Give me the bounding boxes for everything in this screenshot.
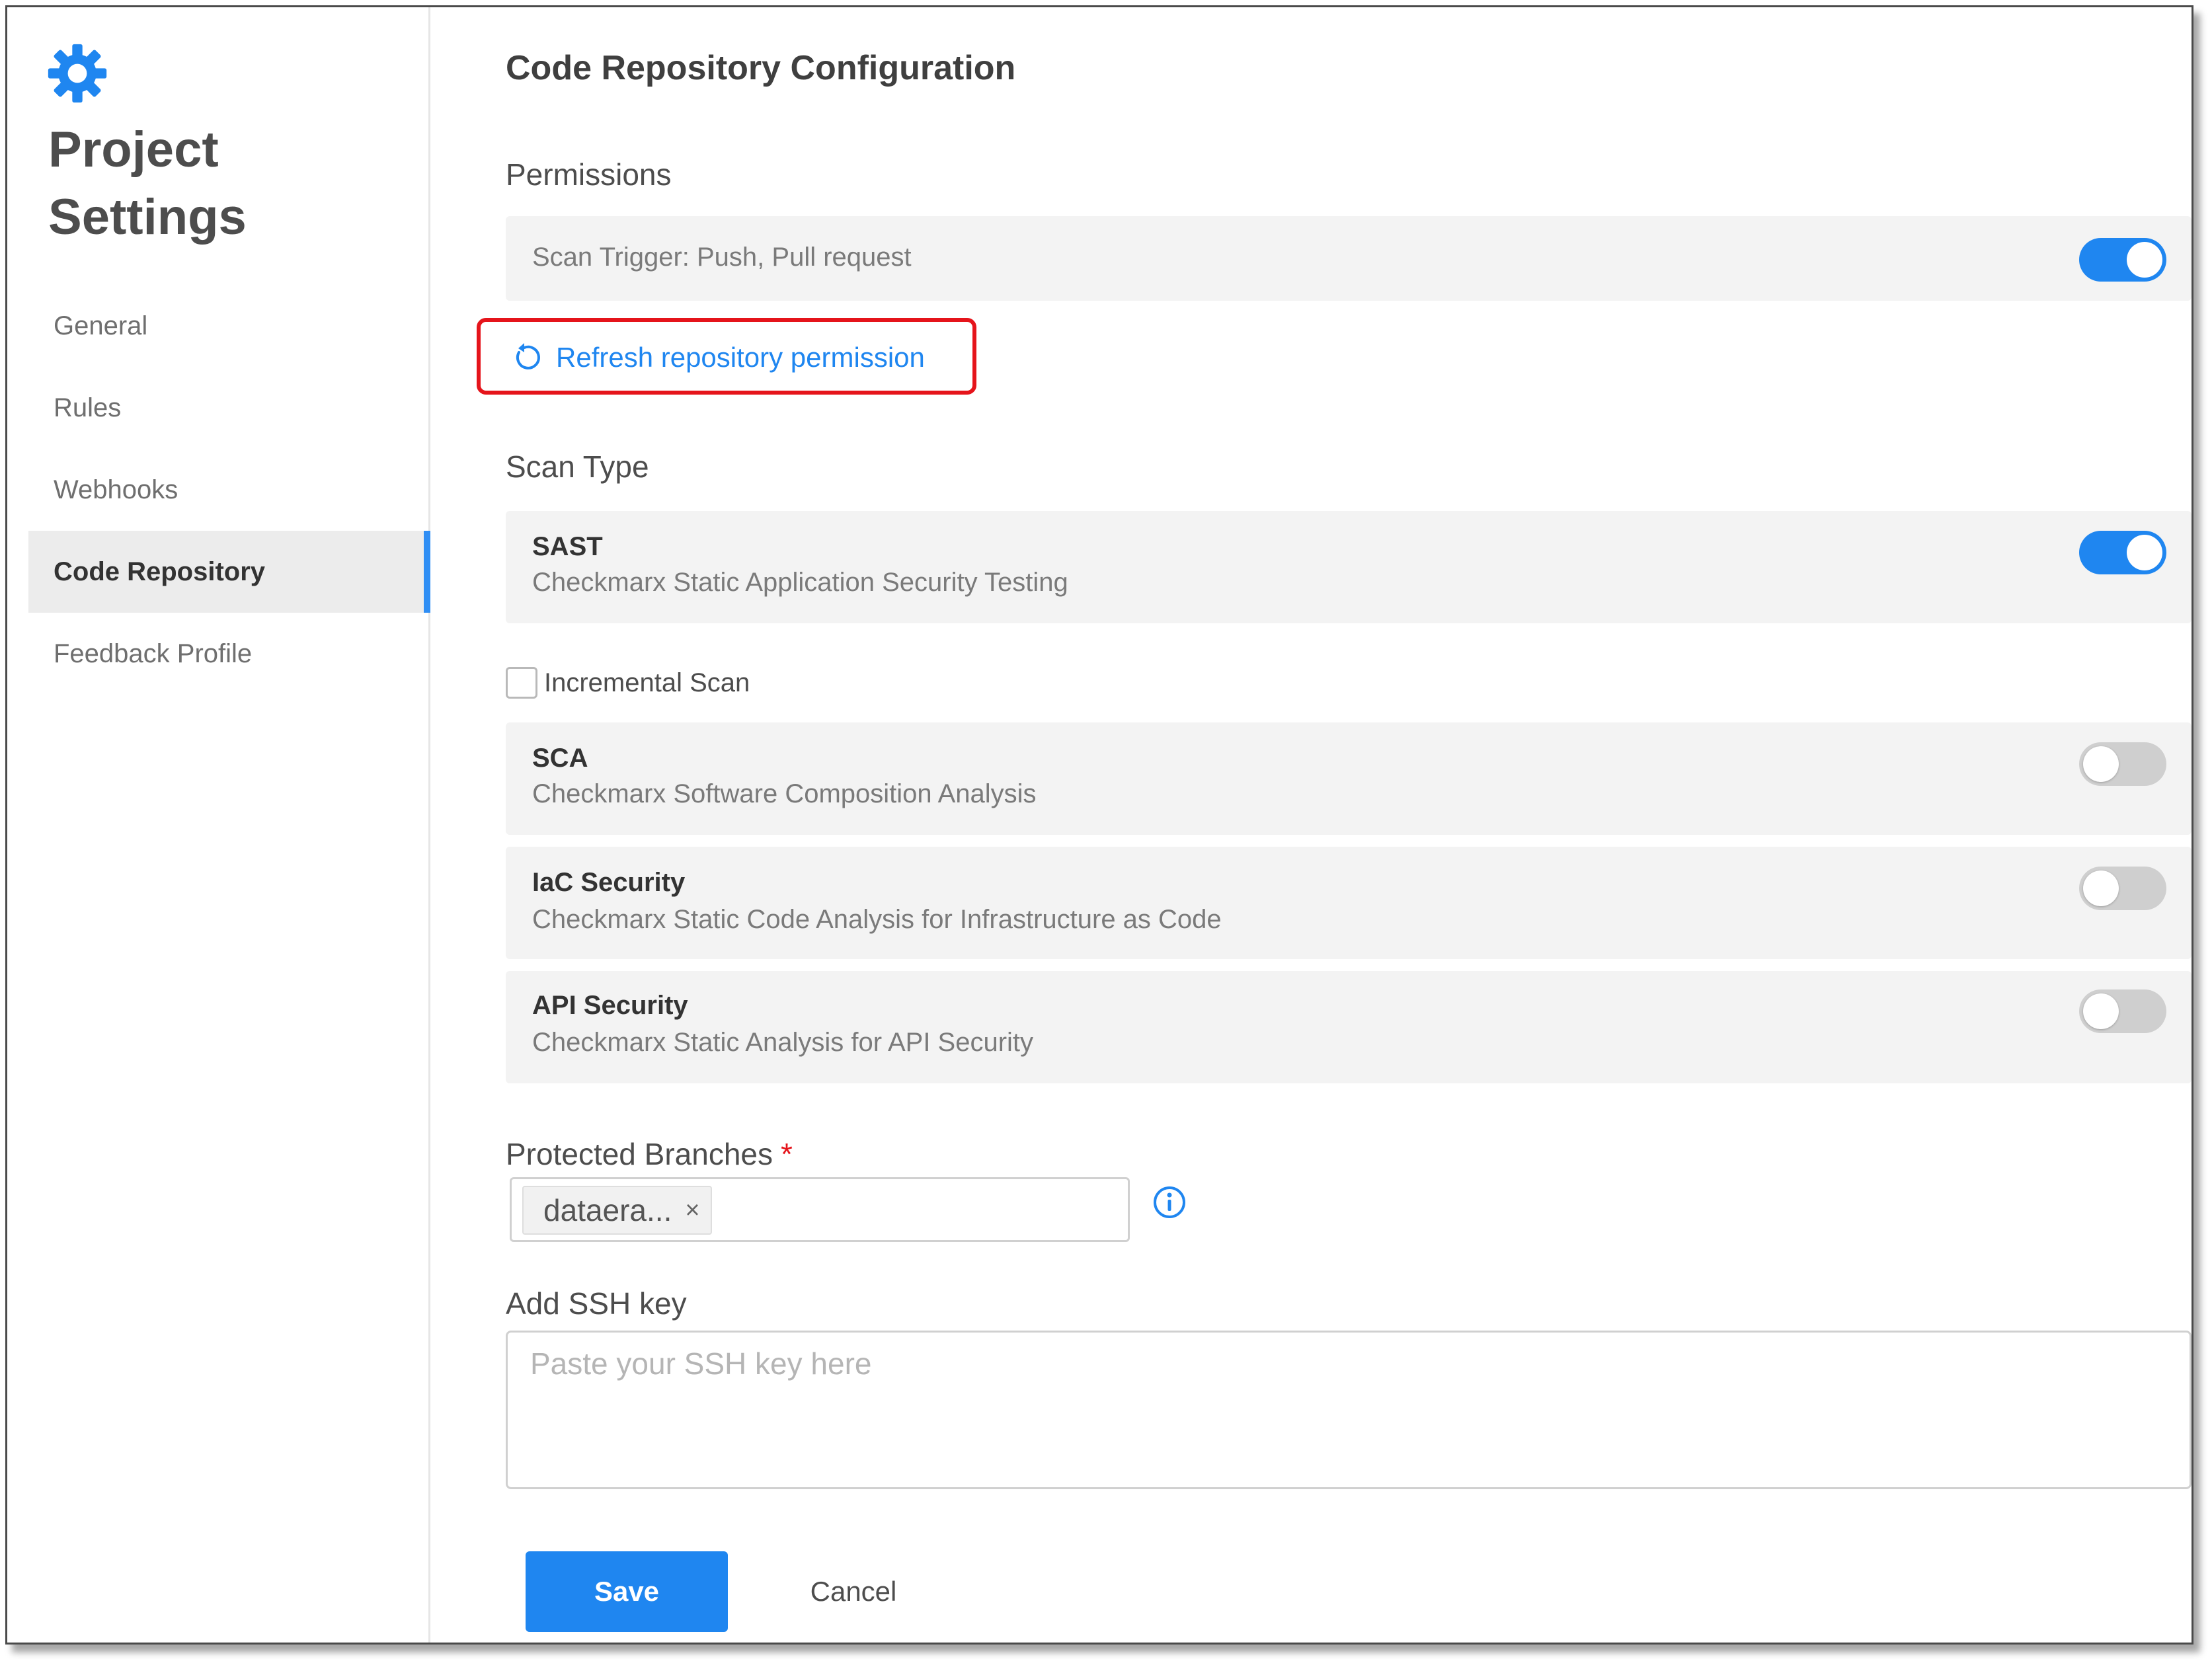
sidebar-item-feedback-profile[interactable]: Feedback Profile bbox=[28, 613, 430, 695]
toggle-knob bbox=[2127, 535, 2162, 570]
engine-card-api-security: API Security Checkmarx Static Analysis f… bbox=[506, 971, 2192, 1083]
engine-name: SAST bbox=[532, 532, 603, 561]
info-icon[interactable] bbox=[1152, 1185, 1187, 1220]
protected-branches-label: Protected Branches * bbox=[506, 1136, 793, 1172]
api-security-toggle[interactable] bbox=[2079, 989, 2166, 1033]
sidebar-item-webhooks[interactable]: Webhooks bbox=[28, 449, 430, 531]
incremental-scan-row: Incremental Scan bbox=[506, 667, 750, 699]
incremental-scan-checkbox[interactable] bbox=[506, 667, 537, 699]
branch-tag: dataera... × bbox=[522, 1186, 712, 1235]
engine-card-sast: SAST Checkmarx Static Application Securi… bbox=[506, 511, 2192, 623]
engine-card-iac-security: IaC Security Checkmarx Static Code Analy… bbox=[506, 847, 2192, 959]
engine-card-sca: SCA Checkmarx Software Composition Analy… bbox=[506, 722, 2192, 835]
sidebar-item-label: Code Repository bbox=[54, 557, 266, 586]
sidebar-item-rules[interactable]: Rules bbox=[28, 367, 430, 449]
section-title: Code Repository Configuration bbox=[506, 49, 1016, 87]
permissions-label: Permissions bbox=[506, 157, 672, 192]
engine-description: Checkmarx Software Composition Analysis bbox=[532, 779, 1037, 808]
refresh-link-label: Refresh repository permission bbox=[556, 342, 925, 373]
sidebar-item-general[interactable]: General bbox=[28, 285, 430, 367]
branch-tag-label: dataera... bbox=[543, 1193, 672, 1227]
gear-icon bbox=[48, 44, 107, 103]
toggle-knob bbox=[2083, 746, 2119, 782]
sast-toggle[interactable] bbox=[2079, 531, 2166, 574]
scan-trigger-card: Scan Trigger: Push, Pull request bbox=[506, 216, 2192, 301]
app-window: Project Settings General Rules Webhooks … bbox=[5, 5, 2193, 1645]
save-button[interactable]: Save bbox=[526, 1551, 728, 1632]
sidebar-item-label: Feedback Profile bbox=[54, 639, 253, 668]
toggle-knob bbox=[2083, 871, 2119, 906]
ssh-key-label: Add SSH key bbox=[506, 1286, 687, 1321]
toggle-knob bbox=[2083, 993, 2119, 1029]
iac-security-toggle[interactable] bbox=[2079, 867, 2166, 910]
sca-toggle[interactable] bbox=[2079, 742, 2166, 786]
title-line-1: Project bbox=[48, 122, 219, 178]
toggle-knob bbox=[2127, 242, 2162, 278]
required-mark: * bbox=[781, 1137, 793, 1171]
cancel-button[interactable]: Cancel bbox=[781, 1551, 926, 1632]
title-line-2: Settings bbox=[48, 189, 247, 245]
scan-trigger-text: Scan Trigger: Push, Pull request bbox=[532, 243, 912, 272]
sidebar-item-label: Webhooks bbox=[54, 475, 178, 504]
protected-branches-input[interactable]: dataera... × bbox=[510, 1177, 1130, 1242]
protected-branches-text: Protected Branches bbox=[506, 1137, 773, 1171]
engine-description: Checkmarx Static Code Analysis for Infra… bbox=[532, 905, 1222, 934]
engine-description: Checkmarx Static Analysis for API Securi… bbox=[532, 1028, 1034, 1057]
scan-type-label: Scan Type bbox=[506, 449, 649, 484]
sidebar-item-label: Rules bbox=[54, 393, 122, 422]
sidebar-nav: General Rules Webhooks Code Repository F… bbox=[28, 285, 430, 695]
sidebar-item-code-repository[interactable]: Code Repository bbox=[28, 531, 430, 613]
engine-name: API Security bbox=[532, 991, 688, 1020]
main-content: Code Repository Configuration Permission… bbox=[477, 7, 2192, 1643]
sidebar: Project Settings General Rules Webhooks … bbox=[7, 7, 430, 1643]
refresh-icon bbox=[516, 343, 540, 369]
ssh-key-textarea[interactable] bbox=[506, 1331, 2192, 1489]
refresh-permission-link[interactable]: Refresh repository permission bbox=[510, 338, 925, 377]
engine-description: Checkmarx Static Application Security Te… bbox=[532, 568, 1068, 597]
scan-trigger-toggle[interactable] bbox=[2079, 238, 2166, 282]
close-icon[interactable]: × bbox=[685, 1196, 699, 1225]
sidebar-item-label: General bbox=[54, 311, 148, 340]
engine-name: IaC Security bbox=[532, 868, 686, 897]
incremental-scan-label: Incremental Scan bbox=[544, 668, 750, 697]
engine-name: SCA bbox=[532, 744, 588, 773]
page-title: Project Settings bbox=[48, 116, 418, 251]
